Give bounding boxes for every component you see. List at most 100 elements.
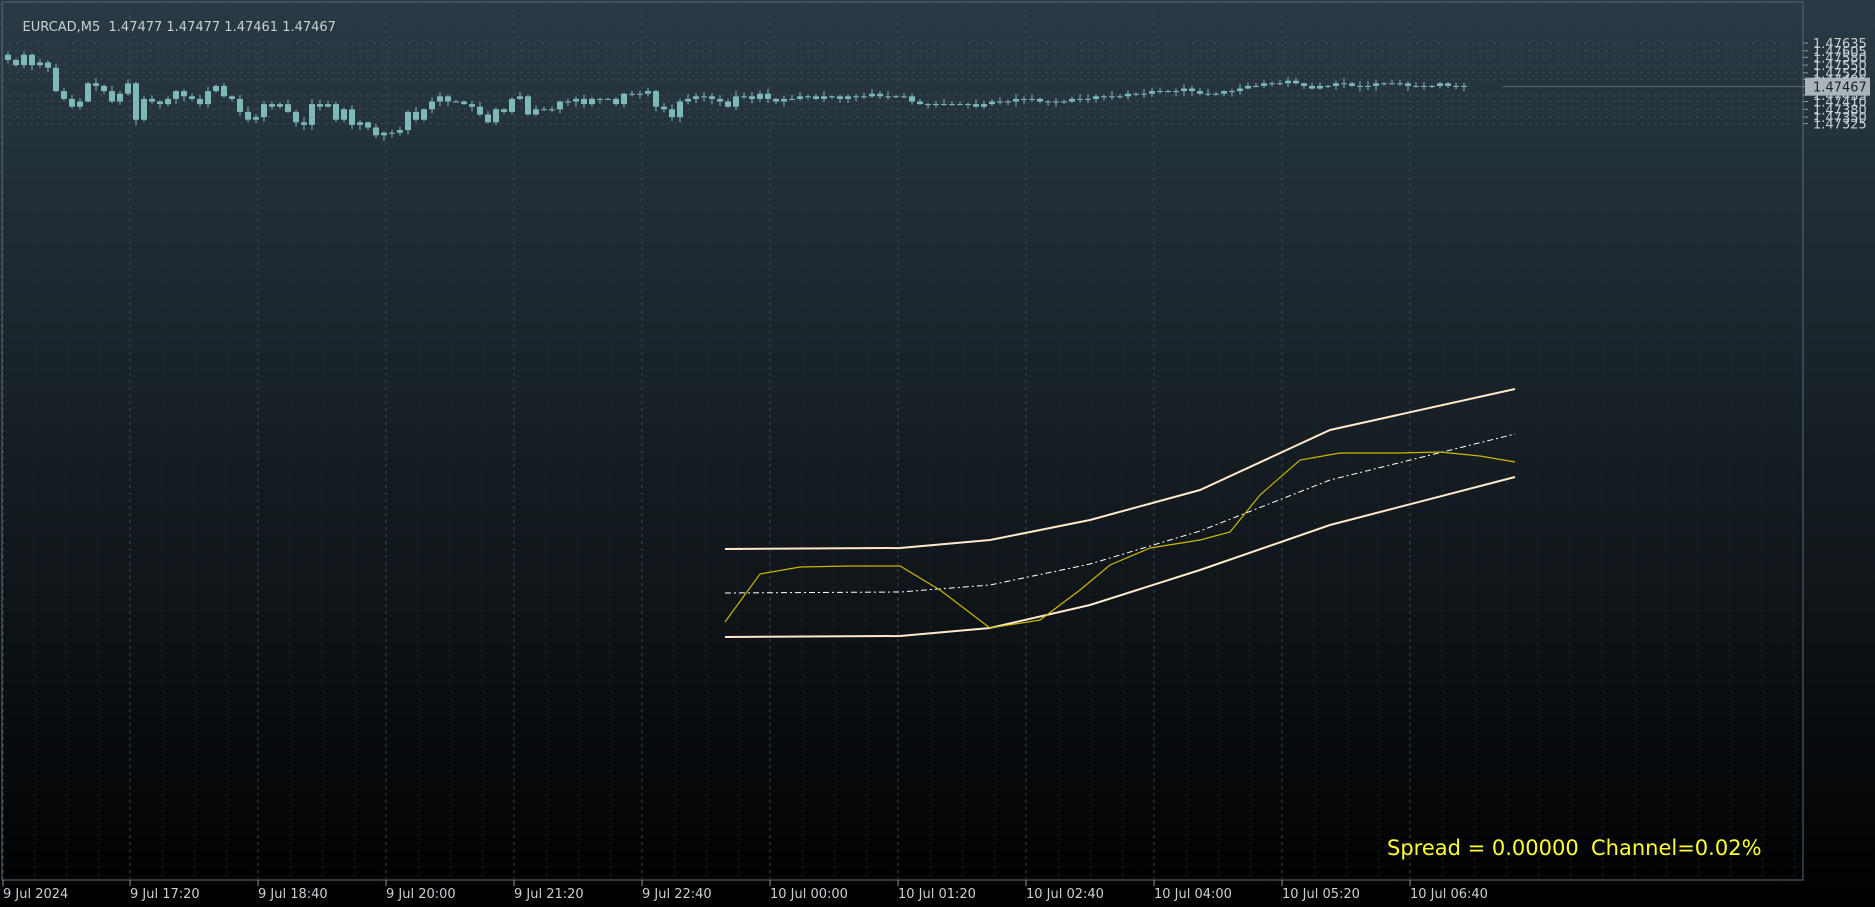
candle-body xyxy=(845,96,851,99)
candle-body xyxy=(349,109,355,125)
candle-body xyxy=(1189,88,1195,92)
candle-body xyxy=(149,98,155,102)
candle-body xyxy=(61,91,67,99)
candle-body xyxy=(549,109,555,111)
candle-body xyxy=(853,96,859,98)
candle-body xyxy=(77,101,83,107)
candle-body xyxy=(1141,93,1147,95)
candle-body xyxy=(1093,96,1099,99)
candle-body xyxy=(1181,88,1187,92)
candle-body xyxy=(813,96,819,99)
chart-area[interactable]: 1.47635 1.47605 1.47580 1.47550 1.47520 1.474… xyxy=(0,0,1875,907)
candle-body xyxy=(605,98,611,100)
candle-body xyxy=(629,93,635,95)
channel-upper-line xyxy=(724,388,1516,550)
candle-body xyxy=(1077,98,1083,100)
candle-body xyxy=(701,96,707,98)
candle-body xyxy=(693,96,699,99)
candle-body xyxy=(1437,83,1443,86)
candle-body xyxy=(413,111,419,120)
candle-body xyxy=(901,96,907,98)
candle-body xyxy=(541,109,547,111)
candle-body xyxy=(1381,83,1387,85)
candle-body xyxy=(45,62,51,68)
candle-body xyxy=(925,104,931,106)
candlestick-chart[interactable]: 1.476351.476051.475801.475501.475201.474… xyxy=(0,0,1875,907)
candle-body xyxy=(205,91,211,105)
candle-body xyxy=(1197,91,1203,94)
candle-body xyxy=(245,111,251,120)
candle-body xyxy=(397,130,403,133)
candle-body xyxy=(805,96,811,98)
channel-readout: Channel=0.02% xyxy=(1591,836,1762,860)
candle-body xyxy=(1101,96,1107,98)
candle-body xyxy=(325,104,331,107)
candle-body xyxy=(1221,91,1227,94)
candle-body xyxy=(173,91,179,99)
candle-body xyxy=(1037,98,1043,102)
candle-body xyxy=(861,96,867,98)
candle-body xyxy=(1277,83,1283,85)
channel-lower-line xyxy=(724,476,1516,638)
candle-body xyxy=(757,93,763,99)
candle-body xyxy=(133,83,139,120)
candle-body xyxy=(453,101,459,103)
x-tick-label: 9 Jul 21:20 xyxy=(514,887,584,902)
candle-body xyxy=(869,93,875,97)
x-tick-label: 10 Jul 05:20 xyxy=(1282,887,1360,902)
candle-body xyxy=(277,104,283,107)
candle-body xyxy=(909,96,915,102)
candle-body xyxy=(1021,98,1027,100)
candle-body xyxy=(773,98,779,102)
candle-body xyxy=(1373,83,1379,86)
candle-body xyxy=(565,101,571,103)
candle-body xyxy=(1389,83,1395,85)
candle-body xyxy=(1405,83,1411,86)
candle-body xyxy=(789,98,795,100)
candle-body xyxy=(941,104,947,106)
candle-body xyxy=(1461,85,1467,87)
candle-body xyxy=(1061,101,1067,103)
candle-body xyxy=(53,67,59,92)
candle-body xyxy=(1341,83,1347,85)
candle-body xyxy=(101,85,107,92)
candle-body xyxy=(981,104,987,107)
candle-body xyxy=(13,59,19,66)
candle-body xyxy=(293,111,299,123)
candle-body xyxy=(1397,83,1403,85)
candle-body xyxy=(685,98,691,102)
candle-body xyxy=(1365,85,1371,87)
candle-body xyxy=(317,104,323,107)
candle-body xyxy=(933,104,939,106)
x-tick-label: 9 Jul 2024 xyxy=(3,887,68,902)
candle-body xyxy=(669,109,675,118)
candle-body xyxy=(221,85,227,97)
x-tick-label: 9 Jul 18:40 xyxy=(258,887,328,902)
candle-body xyxy=(445,96,451,102)
candle-body xyxy=(533,109,539,115)
candle-body xyxy=(261,104,267,118)
candle-body xyxy=(493,109,499,123)
candle-body xyxy=(517,96,523,99)
candle-body xyxy=(1005,101,1011,103)
candle-body xyxy=(333,104,339,120)
candle-body xyxy=(637,93,643,95)
candle-body xyxy=(997,101,1003,103)
candle-body xyxy=(1013,98,1019,102)
candle-body xyxy=(661,106,667,110)
candle-body xyxy=(165,98,171,105)
candle-body xyxy=(213,85,219,92)
candle-body xyxy=(1357,85,1363,87)
candle-body xyxy=(1157,91,1163,93)
candle-body xyxy=(1245,85,1251,89)
x-tick-label: 10 Jul 02:40 xyxy=(1026,887,1104,902)
candle-body xyxy=(1149,91,1155,94)
candle-body xyxy=(1301,83,1307,86)
candle-body xyxy=(877,93,883,97)
candle-body xyxy=(653,91,659,107)
channel-middle-line xyxy=(724,433,1516,594)
candle-body xyxy=(93,83,99,86)
candle-body xyxy=(621,93,627,105)
candle-body xyxy=(525,96,531,115)
candle-body xyxy=(1045,101,1051,103)
